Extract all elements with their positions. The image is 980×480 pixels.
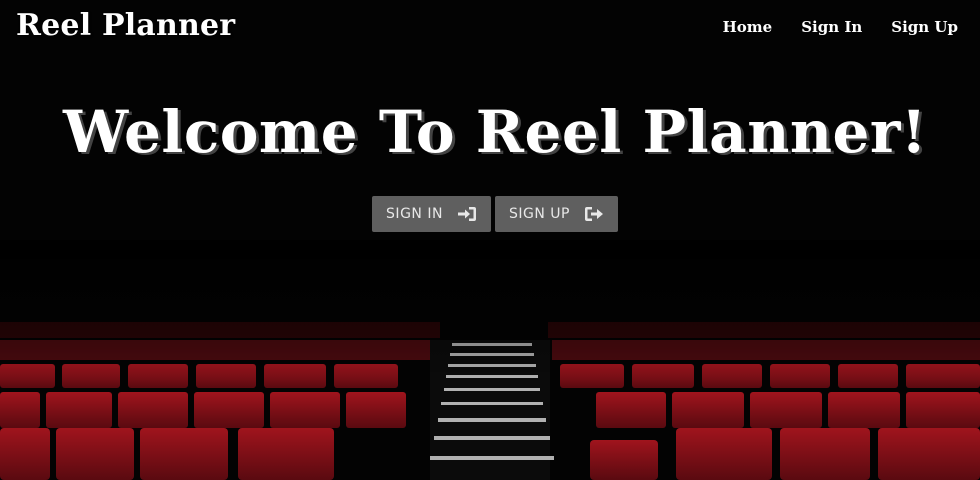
- sign-up-button-label: SIGN UP: [509, 206, 570, 222]
- nav-link-sign-up[interactable]: Sign Up: [891, 18, 958, 36]
- theater-background: [0, 0, 980, 480]
- hero-button-group: SIGN IN SIGN UP: [372, 196, 618, 232]
- brand-logo[interactable]: Reel Planner: [16, 8, 235, 43]
- hero-title: Welcome To Reel Planner!: [63, 98, 927, 166]
- navbar: Reel Planner Home Sign In Sign Up: [0, 0, 980, 56]
- nav-link-home[interactable]: Home: [723, 18, 773, 36]
- sign-out-icon: [584, 206, 604, 222]
- nav-link-sign-in[interactable]: Sign In: [801, 18, 862, 36]
- theater-seats-illustration: [0, 0, 980, 480]
- sign-in-button[interactable]: SIGN IN: [372, 196, 491, 232]
- nav-links: Home Sign In Sign Up: [723, 18, 958, 36]
- sign-in-button-label: SIGN IN: [386, 206, 443, 222]
- sign-up-button[interactable]: SIGN UP: [495, 196, 618, 232]
- sign-in-icon: [457, 206, 477, 222]
